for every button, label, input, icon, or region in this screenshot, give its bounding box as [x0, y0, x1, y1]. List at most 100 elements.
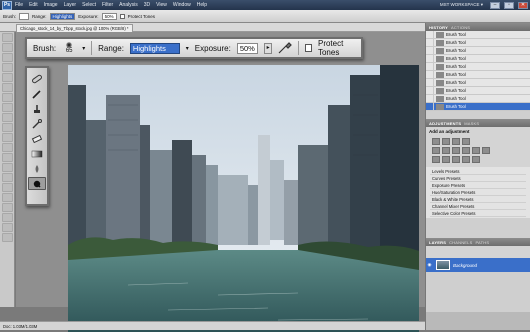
black-white-icon[interactable]	[462, 147, 470, 154]
preset-item[interactable]: Hue/Saturation Presets	[430, 189, 526, 196]
canvas-area[interactable]	[16, 32, 425, 332]
brightness-icon[interactable]	[432, 138, 440, 145]
tab-layers[interactable]: LAYERS	[429, 240, 446, 245]
history-item[interactable]: Brush Tool	[426, 70, 530, 79]
selective-color-icon[interactable]	[472, 156, 480, 163]
history-item[interactable]: Brush Tool	[426, 38, 530, 47]
history-item[interactable]: Brush Tool	[426, 62, 530, 71]
clone-stamp-icon[interactable]	[28, 102, 46, 115]
history-item[interactable]: Brush Tool	[426, 78, 530, 87]
tool-quick-select[interactable]	[2, 63, 13, 72]
tab-paths[interactable]: PATHS	[475, 240, 489, 245]
document-tab[interactable]: Chicago_stock_14_by_Tbpp_stock.jpg @ 100…	[16, 24, 133, 32]
menu-file[interactable]: File	[12, 2, 26, 8]
curves-icon[interactable]	[452, 138, 460, 145]
menu-layer[interactable]: Layer	[61, 2, 80, 8]
preset-item[interactable]: Selective Color Presets	[430, 210, 526, 217]
history-item[interactable]: Brush Tool	[426, 94, 530, 103]
color-balance-icon[interactable]	[452, 147, 460, 154]
history-state-marker[interactable]	[426, 102, 434, 111]
zoom-range-select[interactable]: Highlights	[129, 42, 180, 54]
history-item[interactable]: Brush Tool	[426, 30, 530, 39]
tool-brush[interactable]	[2, 103, 13, 112]
gradient-map-icon[interactable]	[462, 156, 470, 163]
history-state-marker[interactable]	[426, 70, 434, 79]
brush-preset-picker[interactable]: 65	[62, 39, 76, 57]
history-item[interactable]: Brush Tool	[426, 46, 530, 55]
menu-analysis[interactable]: Analysis	[116, 2, 141, 8]
menu-image[interactable]: Image	[41, 2, 61, 8]
document-image[interactable]	[68, 65, 419, 332]
menu-help[interactable]: Help	[194, 2, 210, 8]
tool-type[interactable]	[2, 183, 13, 192]
menu-window[interactable]: Window	[170, 2, 194, 8]
menu-edit[interactable]: Edit	[26, 2, 41, 8]
history-item-selected[interactable]: Brush Tool	[426, 102, 530, 111]
airbrush-icon[interactable]	[278, 41, 292, 55]
range-select[interactable]: Highlights	[49, 12, 76, 20]
posterize-icon[interactable]	[442, 156, 450, 163]
preset-item[interactable]: Levels Presets	[430, 168, 526, 175]
tool-blur[interactable]	[2, 153, 13, 162]
menu-select[interactable]: Select	[79, 2, 99, 8]
heal-brush-icon[interactable]	[28, 72, 46, 85]
tool-history-brush[interactable]	[2, 123, 13, 132]
history-state-marker[interactable]	[426, 54, 434, 63]
preset-item[interactable]: Channel Mixer Presets	[430, 203, 526, 210]
brush-icon[interactable]	[28, 87, 46, 100]
history-state-marker[interactable]	[426, 62, 434, 71]
preset-item[interactable]: Curves Presets	[430, 175, 526, 182]
foreground-background-colors[interactable]	[2, 233, 13, 242]
hue-sat-icon[interactable]	[442, 147, 450, 154]
tab-adjustments[interactable]: ADJUSTMENTS	[429, 121, 461, 126]
tool-dodge[interactable]	[2, 163, 13, 172]
brush-picker[interactable]	[19, 12, 30, 20]
tool-lasso[interactable]	[2, 53, 13, 62]
exposure-icon[interactable]	[462, 138, 470, 145]
tool-gradient[interactable]	[2, 143, 13, 152]
tool-eyedropper[interactable]	[2, 83, 13, 92]
tab-masks[interactable]: MASKS	[464, 121, 479, 126]
tool-marquee[interactable]	[2, 43, 13, 52]
history-state-marker[interactable]	[426, 30, 434, 39]
layer-row-background[interactable]: ◉ Background	[426, 258, 530, 272]
tool-stamp[interactable]	[2, 113, 13, 122]
history-state-marker[interactable]	[426, 78, 434, 87]
maximize-button[interactable]: ▫	[504, 1, 514, 9]
range-dropdown-icon[interactable]: ▾	[186, 45, 189, 52]
history-state-marker[interactable]	[426, 38, 434, 47]
close-button[interactable]: ✕	[518, 1, 528, 9]
exposure-slider-icon[interactable]: ▸	[264, 42, 272, 54]
history-brush-icon[interactable]	[28, 117, 46, 130]
photo-filter-icon[interactable]	[472, 147, 480, 154]
preset-item[interactable]: Black & White Presets	[430, 196, 526, 203]
tool-zoom[interactable]	[2, 223, 13, 232]
tool-eraser[interactable]	[2, 133, 13, 142]
tab-channels[interactable]: CHANNELS	[449, 240, 472, 245]
menu-3d[interactable]: 3D	[141, 2, 153, 8]
history-state-marker[interactable]	[426, 94, 434, 103]
invert-icon[interactable]	[432, 156, 440, 163]
tool-shape[interactable]	[2, 203, 13, 212]
gradient-icon[interactable]	[28, 147, 46, 160]
threshold-icon[interactable]	[452, 156, 460, 163]
history-item[interactable]: Brush Tool	[426, 54, 530, 63]
zoom-exposure-field[interactable]: 50%	[236, 42, 259, 54]
history-item[interactable]: Brush Tool	[426, 86, 530, 95]
tab-history[interactable]: HISTORY	[429, 25, 448, 30]
workspace-switcher[interactable]: MST WORKSPACE ▾	[437, 2, 486, 8]
preset-item[interactable]: Exposure Presets	[430, 182, 526, 189]
menu-view[interactable]: View	[153, 2, 170, 8]
tool-heal[interactable]	[2, 93, 13, 102]
tool-pen[interactable]	[2, 173, 13, 182]
brush-dropdown-icon[interactable]: ▾	[82, 45, 85, 52]
vibrance-icon[interactable]	[432, 147, 440, 154]
tool-hand[interactable]	[2, 213, 13, 222]
eye-icon[interactable]: ◉	[426, 262, 433, 268]
history-state-marker[interactable]	[426, 86, 434, 95]
tab-actions[interactable]: ACTIONS	[451, 25, 470, 30]
zoom-protect-tones-checkbox[interactable]	[304, 44, 312, 52]
minimize-button[interactable]: –	[490, 1, 500, 9]
menu-filter[interactable]: Filter	[99, 2, 116, 8]
exposure-field[interactable]: 50%	[101, 12, 117, 20]
